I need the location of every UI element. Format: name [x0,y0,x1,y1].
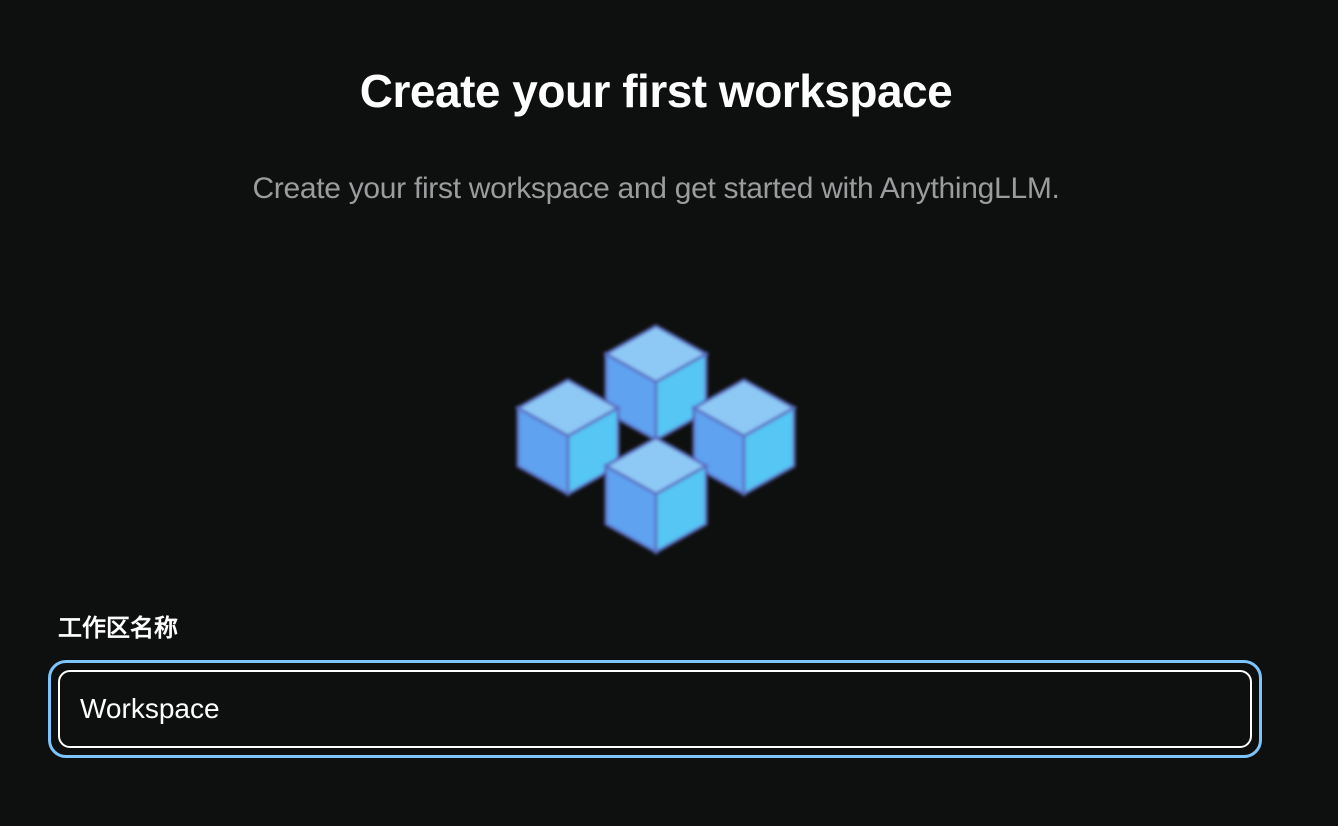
workspace-cubes-icon [514,324,798,555]
cube [602,436,710,555]
page-subtitle: Create your first workspace and get star… [252,172,1060,205]
cube [602,324,710,443]
onboarding-page: Create your first workspace Create your … [0,0,1338,826]
workspace-name-label: 工作区名称 [58,614,178,642]
cube [514,378,622,497]
workspace-name-input[interactable] [58,670,1252,748]
cube [690,378,798,497]
workspace-name-focus-ring [48,660,1262,758]
page-title: Create your first workspace [359,65,953,117]
